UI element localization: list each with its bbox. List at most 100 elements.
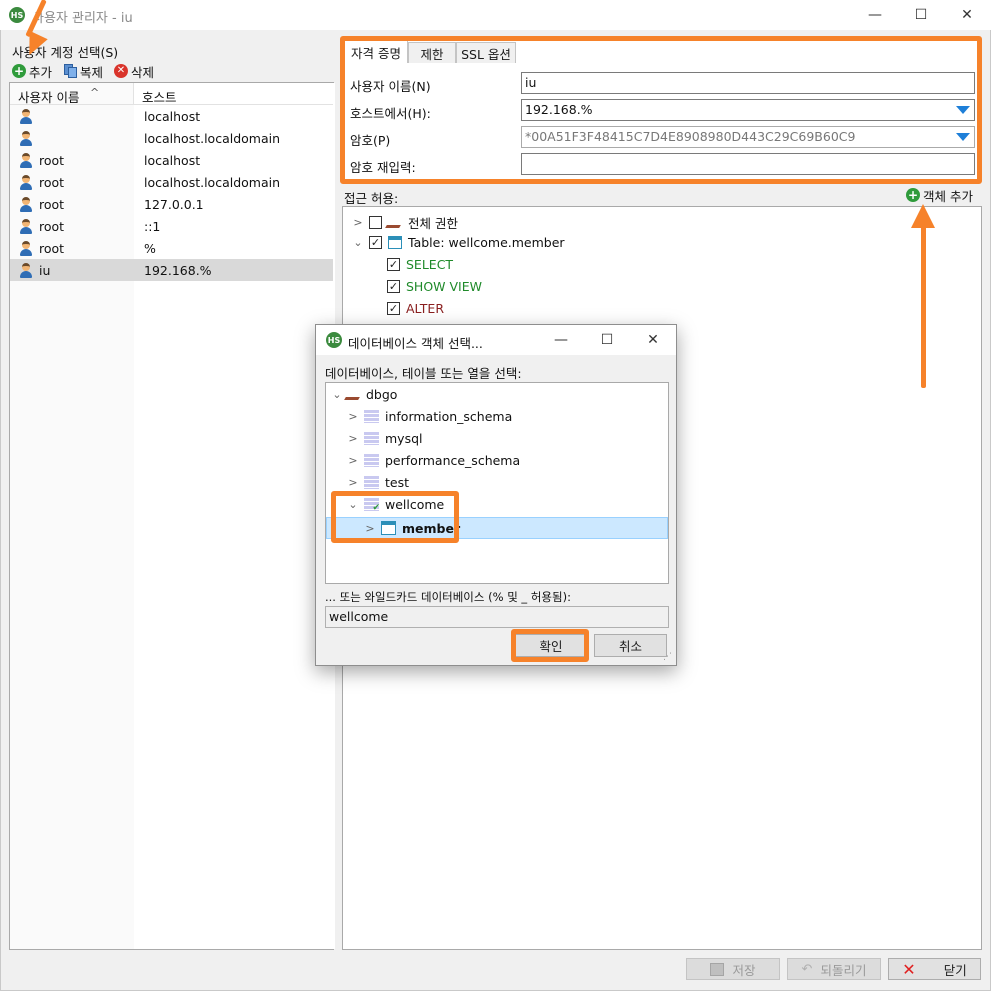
- user-icon: [18, 240, 34, 256]
- database-item[interactable]: > performance_schema: [348, 453, 520, 468]
- tab-ssl-options[interactable]: SSL 옵션: [456, 42, 516, 63]
- privilege-item[interactable]: ✓ ALTER: [387, 301, 444, 316]
- user-name: root: [39, 153, 65, 168]
- username-input[interactable]: iu: [521, 72, 975, 94]
- dialog-maximize-button[interactable]: ☐: [584, 325, 630, 355]
- chevron-right-icon[interactable]: >: [348, 410, 358, 423]
- close-button[interactable]: ✕ 닫기: [888, 958, 981, 980]
- database-label: test: [385, 475, 410, 490]
- all-privileges-label: 전체 권한: [408, 216, 458, 231]
- user-row[interactable]: root 127.0.0.1: [10, 193, 333, 215]
- delete-user-label: 삭제: [131, 64, 155, 80]
- database-item[interactable]: > mysql: [348, 431, 422, 446]
- column-user[interactable]: 사용자 이름 ^: [10, 83, 134, 105]
- table-checkbox[interactable]: ✓: [369, 236, 382, 249]
- privilege-checkbox[interactable]: ✓: [387, 280, 400, 293]
- add-user-button[interactable]: + 추가: [12, 62, 72, 80]
- column-host-label[interactable]: 호스트: [142, 87, 177, 106]
- user-host: localhost: [144, 109, 201, 124]
- resize-grip-icon[interactable]: ⋰: [663, 653, 673, 663]
- add-user-label: 추가: [29, 64, 53, 80]
- table-icon: [388, 236, 402, 249]
- privilege-label: SHOW VIEW: [406, 279, 483, 294]
- chevron-down-icon[interactable]: ⌄: [348, 498, 358, 511]
- user-row[interactable]: localhost.localdomain: [10, 127, 333, 149]
- tab-credentials[interactable]: 자격 증명: [344, 40, 408, 63]
- dolphin-icon: [385, 217, 405, 228]
- database-item[interactable]: > information_schema: [348, 409, 512, 424]
- object-tree: ⌄ dbgo > information_schema > mysql > perform…: [325, 382, 669, 584]
- privilege-item[interactable]: ✓ SHOW VIEW: [387, 279, 482, 294]
- ok-button[interactable]: 확인: [515, 634, 587, 657]
- all-privileges-checkbox[interactable]: [369, 216, 382, 229]
- chevron-down-icon[interactable]: [956, 106, 970, 114]
- close-label: 닫기: [943, 962, 967, 978]
- chevron-right-icon[interactable]: >: [348, 432, 358, 445]
- tree-item-dbgo[interactable]: ⌄ dbgo: [332, 387, 397, 402]
- privilege-checkbox[interactable]: ✓: [387, 302, 400, 315]
- minimize-button[interactable]: —: [852, 0, 898, 30]
- dialog-minimize-button[interactable]: —: [538, 325, 584, 355]
- access-label: 접근 허용:: [344, 191, 399, 206]
- user-row[interactable]: root localhost.localdomain: [10, 171, 333, 193]
- add-object-button[interactable]: + 객체 추가: [906, 186, 973, 204]
- user-icon: [18, 262, 34, 278]
- save-label: 저장: [732, 962, 756, 978]
- user-host: localhost.localdomain: [144, 175, 281, 190]
- close-window-button[interactable]: ✕: [944, 0, 990, 30]
- copy-user-button[interactable]: 복제: [64, 62, 114, 80]
- database-icon: [364, 410, 379, 423]
- chevron-right-icon[interactable]: >: [348, 454, 358, 467]
- database-icon: [364, 432, 379, 445]
- cancel-button[interactable]: 취소: [594, 634, 667, 657]
- password-label: 암호(P): [350, 133, 391, 148]
- wildcard-input[interactable]: wellcome: [325, 606, 669, 628]
- tree-item-table[interactable]: ⌄ ✓ Table: wellcome.member: [353, 235, 565, 250]
- user-list-header: 사용자 이름 ^ 호스트: [10, 83, 333, 105]
- user-name: root: [39, 175, 65, 190]
- privilege-item[interactable]: ✓ SELECT: [387, 257, 453, 272]
- password-combobox[interactable]: *00A51F3F48415C7D4E8908980D443C29C69B60C…: [521, 126, 975, 148]
- delete-icon: ✕: [114, 64, 128, 78]
- user-name: iu: [39, 263, 51, 278]
- user-list: 사용자 이름 ^ 호스트 localhost localhost.localdom…: [9, 82, 335, 950]
- tree-item-member[interactable]: > member: [326, 517, 668, 539]
- wildcard-label: ... 또는 와일드카드 데이터베이스 (% 및 _ 허용됨):: [325, 590, 571, 604]
- copy-user-label: 복제: [80, 64, 104, 80]
- chevron-down-icon[interactable]: [956, 133, 970, 141]
- tree-item-wellcome[interactable]: ⌄ ✔ wellcome: [348, 497, 445, 513]
- repeat-password-input[interactable]: [521, 153, 975, 175]
- chevron-right-icon[interactable]: >: [353, 216, 363, 229]
- chevron-down-icon[interactable]: ⌄: [353, 236, 363, 249]
- user-row[interactable]: root::1: [10, 215, 333, 237]
- privilege-label: SELECT: [406, 257, 454, 272]
- chevron-right-icon[interactable]: >: [348, 476, 358, 489]
- copy-icon: [64, 64, 77, 78]
- maximize-button[interactable]: ☐: [898, 0, 944, 30]
- host-label: 호스트에서(H):: [350, 106, 431, 121]
- window-title: 사용자 관리자 - iu: [32, 11, 133, 26]
- table-label: Table: wellcome.member: [408, 235, 565, 250]
- revert-label: 되돌리기: [820, 962, 867, 978]
- add-icon: +: [12, 64, 26, 78]
- tree-item-member-label: member: [402, 521, 461, 536]
- user-row[interactable]: iu 192.168.%: [10, 259, 333, 281]
- revert-button[interactable]: ↶ 되돌리기: [787, 958, 881, 980]
- user-row[interactable]: root%: [10, 237, 333, 259]
- database-check-icon: ✔: [364, 498, 380, 513]
- delete-user-button[interactable]: ✕ 삭제: [114, 62, 164, 80]
- tab-limits[interactable]: 제한: [408, 42, 456, 63]
- user-row[interactable]: root localhost: [10, 149, 333, 171]
- chevron-right-icon[interactable]: >: [365, 522, 375, 535]
- tree-item-all-privileges[interactable]: > 전체 권한: [353, 213, 458, 232]
- database-item[interactable]: > test: [348, 475, 409, 490]
- dialog-close-button[interactable]: ✕: [630, 325, 676, 355]
- tree-item-wellcome-label: wellcome: [385, 497, 445, 512]
- host-combobox[interactable]: 192.168.%: [521, 99, 975, 121]
- save-button[interactable]: 저장: [686, 958, 780, 980]
- chevron-down-icon[interactable]: ⌄: [332, 388, 342, 401]
- privilege-checkbox[interactable]: ✓: [387, 258, 400, 271]
- user-name: root: [39, 241, 65, 256]
- user-row[interactable]: localhost: [10, 105, 333, 127]
- dialog-title-bar: HS 데이터베이스 객체 선택... — ☐ ✕: [316, 325, 676, 355]
